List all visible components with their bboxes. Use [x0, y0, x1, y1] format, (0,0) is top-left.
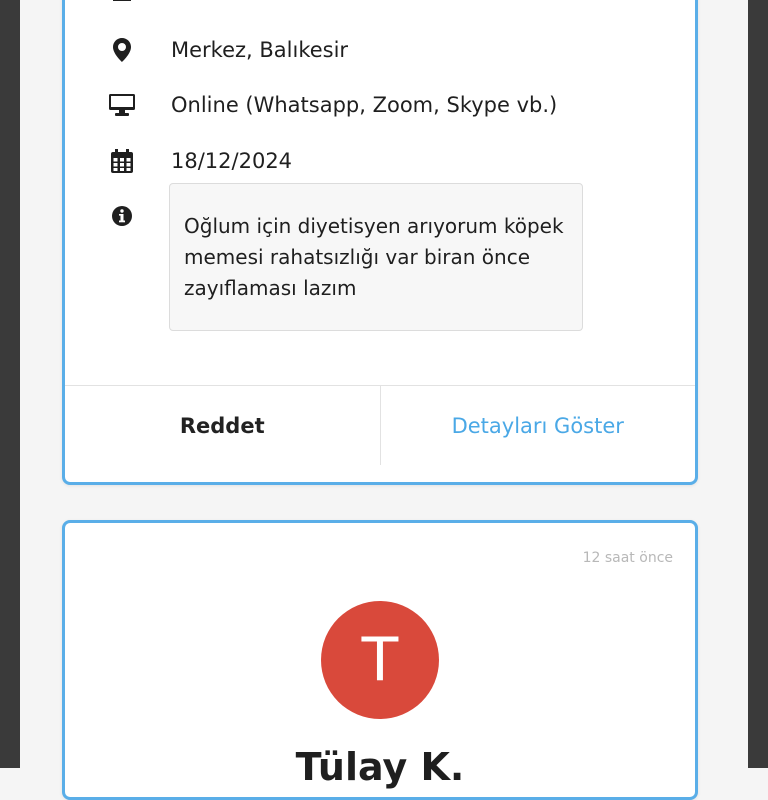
avatar: T [321, 601, 439, 719]
desktop-icon [109, 92, 135, 118]
reject-button[interactable]: Reddet [65, 386, 381, 465]
client-name: Tülay K. [295, 745, 465, 789]
session-type-text: Online (Whatsapp, Zoom, Skype vb.) [171, 93, 558, 117]
screen: Merkez, Balıkesir Online (Whatsapp, Zoom… [0, 0, 768, 800]
card-actions: Reddet Detayları Göster [65, 385, 695, 465]
avatar-initial: T [361, 625, 399, 695]
info-row-location: Merkez, Balıkesir [109, 37, 348, 63]
scrollbar-track[interactable] [722, 0, 748, 768]
time-ago-label: 12 saat önce [582, 550, 673, 566]
location-text: Merkez, Balıkesir [171, 38, 349, 62]
date-text: 18/12/2024 [171, 149, 293, 173]
info-circle-icon [109, 203, 135, 229]
info-row-partial [109, 0, 135, 15]
info-row-date: 18/12/2024 [109, 148, 292, 174]
request-card: Merkez, Balıkesir Online (Whatsapp, Zoom… [62, 0, 698, 485]
info-row-session-type: Online (Whatsapp, Zoom, Skype vb.) [109, 92, 557, 118]
calendar-icon [109, 148, 135, 174]
request-list[interactable]: Merkez, Balıkesir Online (Whatsapp, Zoom… [20, 0, 722, 800]
info-row-note [109, 203, 135, 229]
request-note: Oğlum için diyetisyen arıyorum köpek mem… [169, 183, 583, 331]
request-card: 12 saat önce T Tülay K. [62, 520, 698, 800]
left-frame-bar [0, 0, 20, 768]
right-frame-bar [748, 0, 768, 768]
user-icon [109, 0, 135, 15]
map-marker-icon [109, 37, 135, 63]
show-details-button[interactable]: Detayları Göster [380, 386, 695, 465]
